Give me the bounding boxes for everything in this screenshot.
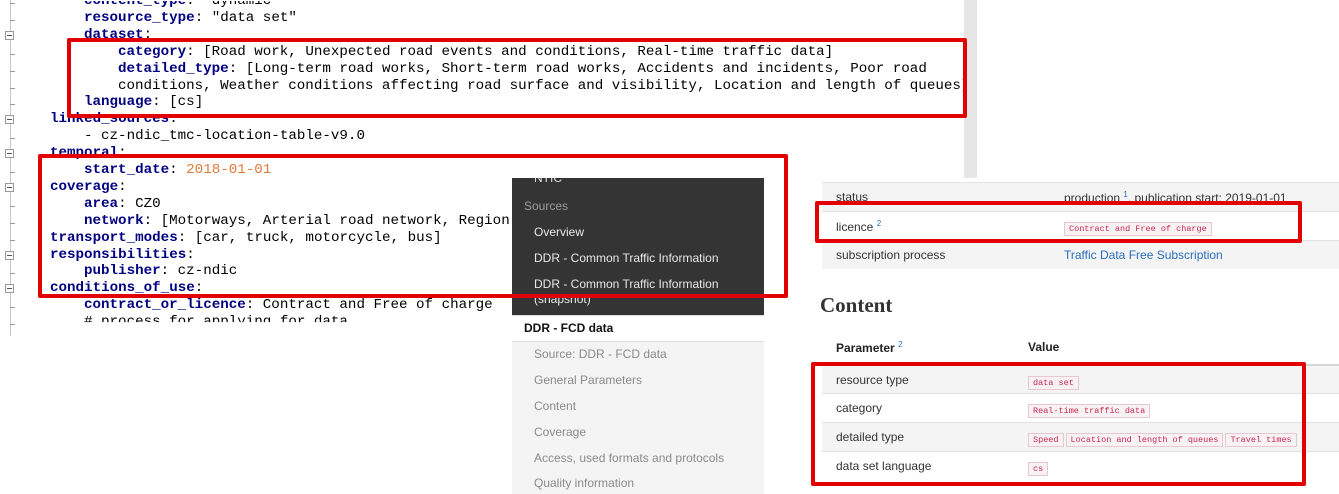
sidebar-subitem-general-parameters[interactable]: General Parameters <box>512 373 764 387</box>
code-line: contract_or_licence: Contract and Free o… <box>84 297 493 314</box>
fold-toggle-icon[interactable] <box>5 30 14 40</box>
row-subscription: subscription process Traffic Data Free S… <box>822 240 1339 269</box>
fold-toggle-icon[interactable] <box>5 149 14 159</box>
fold-line-icon <box>10 307 15 309</box>
yaml-value: "data set" <box>211 9 297 26</box>
subscription-link[interactable]: Traffic Data Free Subscription <box>1064 248 1223 262</box>
fold-line-icon <box>10 273 15 275</box>
fold-line-icon <box>10 87 15 89</box>
fold-line-icon <box>10 138 15 140</box>
yaml-key: content_type <box>84 0 187 9</box>
sidebar-subitem-quality[interactable]: Quality information <box>512 476 764 490</box>
code-line: resource_type: "data set" <box>84 9 297 26</box>
fold-line-icon <box>10 3 15 4</box>
fold-line-icon <box>10 19 15 21</box>
yaml-value: # process for applying for data <box>84 314 348 331</box>
yaml-key: contract_or_licence <box>84 297 246 314</box>
highlight-licence <box>815 201 1302 243</box>
code-line: # process for applying for data <box>84 314 348 331</box>
fold-line-icon <box>10 324 15 326</box>
subscription-label: subscription process <box>836 248 946 262</box>
code-line: - cz-ndic_tmc-location-table-v9.0 <box>84 128 365 145</box>
highlight-temporal-coverage <box>38 154 788 298</box>
fold-toggle-icon[interactable] <box>5 284 14 294</box>
sidebar-subitem-content[interactable]: Content <box>512 399 764 413</box>
fold-line-icon <box>10 239 15 241</box>
highlight-content-table <box>811 362 1306 486</box>
yaml-value: - cz-ndic_tmc-location-table-v9.0 <box>84 128 365 145</box>
sidebar-subitem-access[interactable]: Access, used formats and protocols <box>512 451 764 465</box>
highlight-dataset <box>67 38 967 118</box>
footnote-link[interactable]: 2 <box>898 340 902 349</box>
parameter-header: Parameter 2 <box>836 340 903 355</box>
code-line: content_type: "dynamic" <box>84 0 280 10</box>
value-header: Value <box>1028 340 1060 354</box>
table-header: Parameter 2 Value <box>822 333 1339 362</box>
content-heading: Content <box>820 293 893 317</box>
fold-toggle-icon[interactable] <box>5 115 14 125</box>
fold-line-icon <box>10 104 15 106</box>
yaml-key: resource_type <box>84 9 195 26</box>
yaml-value: Contract and Free of charge <box>262 297 493 314</box>
fold-line-icon <box>10 70 15 72</box>
fold-line-icon <box>10 172 15 173</box>
fold-line-icon <box>10 222 15 224</box>
sidebar-subitem-source[interactable]: Source: DDR - FCD data <box>512 347 764 361</box>
sidebar-item-ddr-fcd[interactable]: DDR - FCD data <box>512 315 764 342</box>
fold-line-icon <box>10 53 15 55</box>
fold-toggle-icon[interactable] <box>5 250 14 260</box>
fold-toggle-icon[interactable] <box>5 182 14 192</box>
sidebar-light-section <box>512 341 764 494</box>
sidebar-subitem-coverage[interactable]: Coverage <box>512 425 764 439</box>
fold-line-icon <box>10 205 15 207</box>
yaml-value: "dynamic" <box>203 0 280 9</box>
